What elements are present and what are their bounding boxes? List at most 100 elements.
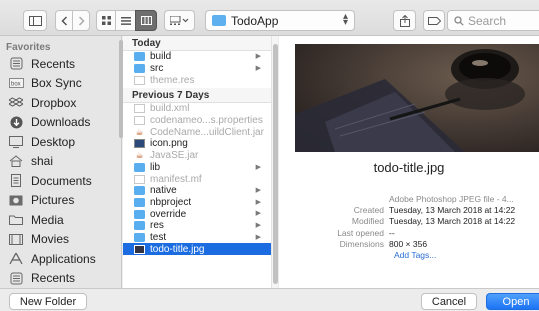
- file-row[interactable]: manifest.mf: [123, 173, 273, 185]
- recents-icon: [8, 57, 24, 71]
- forward-button[interactable]: [72, 10, 90, 31]
- folder-icon: [134, 52, 145, 62]
- image-file-icon: [134, 139, 145, 149]
- java-icon: ☕: [135, 126, 144, 137]
- file-row[interactable]: ☕ CodeName...uildClient.jar: [123, 126, 273, 138]
- tags-button[interactable]: [423, 10, 445, 31]
- applications-icon: [8, 252, 24, 266]
- sidebar-item-desktop[interactable]: Desktop: [0, 132, 121, 152]
- pictures-icon: [8, 193, 24, 207]
- sidebar-item-shai[interactable]: shai: [0, 152, 121, 172]
- sidebar-item-label: Recents: [31, 56, 76, 71]
- folder-row[interactable]: src ▶: [123, 63, 273, 75]
- chevron-left-icon: [60, 15, 67, 26]
- sidebar-item-dropbox[interactable]: Dropbox: [0, 93, 121, 113]
- column-view-button[interactable]: [135, 10, 157, 31]
- file-name: JavaSE.jar: [150, 150, 199, 162]
- file-name: todo-title.jpg: [150, 243, 205, 255]
- list-view-button[interactable]: [115, 10, 136, 31]
- folder-icon: [134, 64, 145, 74]
- folder-icon: [212, 15, 226, 26]
- folder-row[interactable]: res ▶: [123, 220, 273, 232]
- file-name: nbproject: [150, 196, 192, 208]
- file-row[interactable]: build.xml: [123, 103, 273, 115]
- file-name: build.xml: [150, 103, 190, 115]
- file-column: Today build ▶ src ▶ theme.res Previous 7 Day…: [123, 36, 274, 288]
- folder-icon: [134, 197, 145, 207]
- folder-icon: [134, 232, 145, 242]
- file-name: theme.res: [150, 74, 195, 86]
- sidebar: Favorites Recents box Box Sync Dropbox Downl…: [0, 36, 122, 288]
- new-folder-button[interactable]: New Folder: [9, 293, 87, 310]
- share-button[interactable]: [393, 10, 416, 31]
- preview-pane: todo-title.jpg Adobe Photoshop JPEG file…: [279, 36, 539, 288]
- svg-text:box: box: [11, 82, 21, 88]
- home-icon: [8, 154, 24, 168]
- list-icon: [120, 16, 131, 25]
- file-row[interactable]: todo-title.jpg: [123, 243, 273, 255]
- image-file-icon: [134, 244, 145, 254]
- sidebar-item-movies[interactable]: Movies: [0, 230, 121, 250]
- sidebar-item-box-sync[interactable]: box Box Sync: [0, 74, 121, 94]
- folder-icon: [134, 221, 145, 231]
- document-icon: [134, 104, 145, 114]
- disclosure-arrow-icon: ▶: [255, 53, 261, 60]
- gallery-view-button[interactable]: [164, 10, 195, 31]
- sidebar-item-downloads[interactable]: Downloads: [0, 113, 121, 133]
- search-field[interactable]: Search: [447, 10, 539, 31]
- sidebar-item-label: Recents: [31, 271, 76, 286]
- icon-view-button[interactable]: [96, 10, 116, 31]
- file-name: manifest.mf: [150, 173, 202, 185]
- sidebar-item-recents[interactable]: Recents: [0, 54, 121, 74]
- documents-icon: [8, 174, 24, 188]
- open-button[interactable]: Open: [486, 293, 539, 310]
- search-icon: [454, 15, 464, 26]
- location-popup[interactable]: TodoApp ▴ ▾: [205, 10, 355, 31]
- tag-icon: [427, 16, 441, 25]
- bottom-bar: New Folder Cancel Open: [0, 288, 539, 311]
- file-row[interactable]: codenameo...s.properties: [123, 115, 273, 127]
- share-icon: [399, 14, 410, 27]
- file-info: Adobe Photoshop JPEG file - 4... Created…: [279, 194, 539, 261]
- back-button[interactable]: [55, 10, 73, 31]
- sidebar-item-documents[interactable]: Documents: [0, 171, 121, 191]
- file-row[interactable]: icon.png: [123, 138, 273, 150]
- group-header-today: Today: [123, 36, 273, 51]
- sidebar-item-pictures[interactable]: Pictures: [0, 191, 121, 211]
- folder-row[interactable]: nbproject ▶: [123, 197, 273, 209]
- java-icon: ☕: [135, 150, 144, 161]
- sidebar-item-label: Box Sync: [31, 76, 82, 91]
- file-row[interactable]: ☕ JavaSE.jar: [123, 150, 273, 162]
- dropbox-icon: [8, 96, 24, 110]
- gallery-icon: [169, 16, 188, 25]
- folder-row[interactable]: native ▶: [123, 185, 273, 197]
- folder-icon: [8, 213, 24, 227]
- document-icon: [134, 75, 145, 85]
- sidebar-item-applications[interactable]: Applications: [0, 249, 121, 269]
- folder-row[interactable]: lib ▶: [123, 162, 273, 174]
- disclosure-arrow-icon: ▶: [255, 198, 261, 206]
- file-name: res: [150, 220, 164, 232]
- folder-row[interactable]: build ▶: [123, 51, 273, 63]
- created-label: Created: [353, 205, 384, 216]
- sidebar-item-media[interactable]: Media: [0, 210, 121, 230]
- file-name: CodeName...uildClient.jar: [150, 126, 264, 138]
- add-tags-link[interactable]: Add Tags...: [394, 250, 539, 261]
- folder-icon: [134, 162, 145, 172]
- search-placeholder: Search: [468, 13, 507, 28]
- sidebar-toggle-button[interactable]: [23, 10, 47, 31]
- grid-icon: [101, 16, 111, 25]
- folder-row[interactable]: test ▶: [123, 232, 273, 244]
- column-scrollbar[interactable]: [271, 36, 278, 288]
- folder-row[interactable]: override ▶: [123, 208, 273, 220]
- sidebar-item-recents[interactable]: Recents: [0, 269, 121, 289]
- preview-filename: todo-title.jpg: [373, 160, 445, 175]
- sidebar-icon: [28, 15, 42, 26]
- kind-value: Adobe Photoshop JPEG file - 4...: [389, 194, 514, 204]
- document-icon: [134, 116, 145, 126]
- scroll-thumb[interactable]: [273, 44, 278, 284]
- cancel-button[interactable]: Cancel: [421, 293, 477, 310]
- file-row[interactable]: theme.res: [123, 74, 273, 86]
- dimensions-value: 800 × 356: [389, 238, 428, 249]
- sidebar-list: Recents box Box Sync Dropbox Downloads Deskto…: [0, 54, 121, 288]
